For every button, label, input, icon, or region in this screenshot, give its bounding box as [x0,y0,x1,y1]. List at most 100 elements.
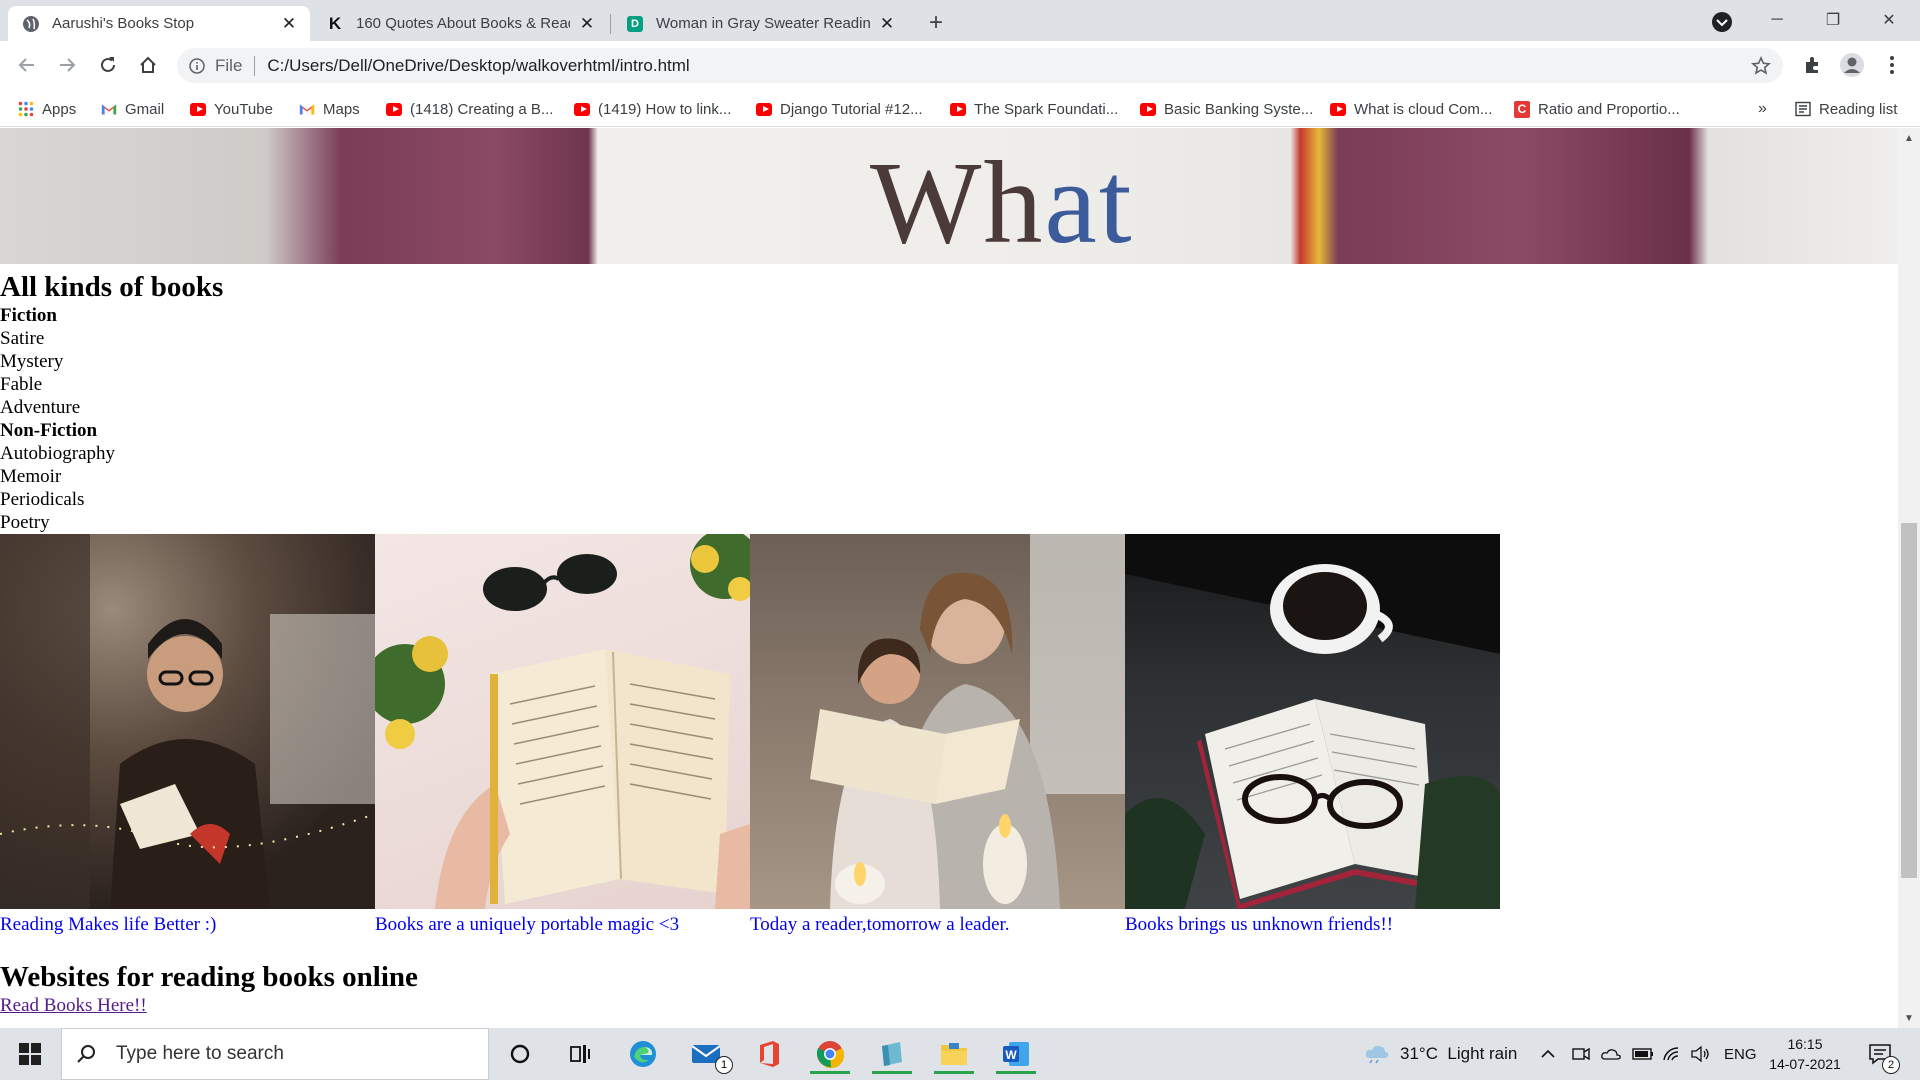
bookmark-ratio-proportion[interactable]: C Ratio and Proportio... [1514,97,1680,121]
tab-quotes-about-books[interactable]: K 160 Quotes About Books & Reading ✕ [312,6,608,41]
scroll-down-icon[interactable]: ▼ [1903,1013,1915,1025]
genre-item: Periodicals [0,489,85,510]
reload-icon[interactable] [92,49,124,81]
c-icon: C [1514,100,1530,118]
open-book-flowers-photo [375,534,750,909]
close-tab-icon[interactable]: ✕ [876,13,898,35]
scroll-thumb[interactable] [1901,523,1917,878]
genre-item: Satire [0,328,45,349]
input-language[interactable]: ENG [1724,1028,1757,1080]
cortana-icon[interactable] [496,1034,544,1074]
weather-text: 31°C Light rain [1400,1044,1518,1063]
home-icon[interactable] [132,49,164,81]
reading-list-label: Reading list [1819,100,1898,118]
tab-woman-in-gray-sweater[interactable]: D Woman in Gray Sweater Reading ✕ [612,6,908,41]
bookmark-label: (1419) How to link... [598,100,732,118]
nonfiction-heading: Non-Fiction [0,420,98,441]
gallery-caption-link[interactable]: Books are a uniquely portable magic <3 [375,914,750,936]
bookmark-label: Maps [323,100,360,118]
bookmarks-overflow-button[interactable]: » [1758,97,1767,121]
taskbar-search-box[interactable]: Type here to search [61,1028,489,1080]
gallery-item: Today a reader,tomorrow a leader. [750,534,1125,936]
task-view-icon[interactable] [556,1034,604,1074]
bookmark-youtube[interactable]: YouTube [190,97,273,121]
bookmark-creating-a-b[interactable]: (1418) Creating a B... [386,97,553,121]
gmail-icon [101,101,117,117]
gallery-caption-link[interactable]: Reading Makes life Better :) [0,914,375,936]
weather-widget[interactable]: 31°C Light rain [1364,1028,1517,1080]
bookmark-star-icon[interactable] [1751,56,1771,76]
close-tab-icon[interactable]: ✕ [278,13,300,35]
man-reading-photo [0,534,375,909]
coffee-book-glasses-photo [1125,534,1500,909]
clock-date: 14-07-2021 [1769,1056,1841,1072]
restore-icon[interactable]: ❐ [1810,0,1856,40]
meet-now-icon[interactable] [1572,1028,1590,1080]
bookmark-label: YouTube [214,100,273,118]
battery-icon[interactable] [1632,1028,1654,1080]
profile-avatar-icon[interactable] [1836,49,1868,81]
chrome-icon[interactable] [806,1034,854,1074]
notes-app-icon[interactable] [868,1034,916,1074]
word-icon[interactable]: W [992,1034,1040,1074]
read-books-link[interactable]: Read Books Here!! [0,994,1898,1018]
tab-search-icon[interactable] [1710,10,1734,34]
tab-separator [610,14,611,34]
forward-icon[interactable] [51,49,83,81]
clock-time: 16:15 [1787,1036,1823,1052]
mother-daughter-reading-photo [750,534,1125,909]
bookmark-apps[interactable]: Apps [18,97,76,121]
svg-text:W: W [1005,1048,1017,1062]
apps-grid-icon [18,101,34,117]
bookmark-maps[interactable]: Maps [299,97,360,121]
tab-title: 160 Quotes About Books & Reading [356,15,570,32]
bookmark-gmail[interactable]: Gmail [101,97,164,121]
bookmark-label: Ratio and Proportio... [1538,100,1680,118]
info-icon[interactable] [189,57,205,74]
address-separator [254,55,256,76]
gallery-item: Books brings us unknown friends!! [1125,534,1500,936]
menu-kebab-icon[interactable] [1876,49,1908,81]
volume-icon[interactable] [1690,1028,1710,1080]
notifications-icon[interactable]: 2 [1868,1028,1900,1080]
show-hidden-icons-chevron-icon[interactable] [1540,1028,1556,1080]
close-tab-icon[interactable]: ✕ [576,13,598,35]
new-tab-button[interactable]: + [922,9,950,37]
bookmark-spark-foundation[interactable]: The Spark Foundati... [950,97,1118,121]
clock[interactable]: 16:15 14-07-2021 [1768,1028,1842,1080]
url-text[interactable]: C:/Users/Dell/OneDrive/Desktop/walkoverh… [267,56,689,76]
office-icon[interactable] [745,1034,793,1074]
youtube-icon [756,101,772,117]
tab-aarushis-books-stop[interactable]: Aarushi's Books Stop ✕ [8,6,310,41]
hero-image: What [0,128,1898,264]
page-viewport: What All kinds of books Fiction Satire M… [0,128,1898,1028]
maps-icon [299,101,315,117]
scroll-up-icon[interactable]: ▲ [1903,133,1915,145]
bookmark-django-tutorial[interactable]: Django Tutorial #12... [756,97,923,121]
word-active-indicator [996,1071,1036,1074]
back-icon[interactable] [11,49,43,81]
gallery-caption-link[interactable]: Today a reader,tomorrow a leader. [750,914,1125,936]
edge-icon[interactable] [619,1034,667,1074]
youtube-icon [1140,101,1156,117]
wifi-icon[interactable] [1662,1028,1682,1080]
mail-badge: 1 [715,1056,733,1074]
bookmark-basic-banking[interactable]: Basic Banking Syste... [1140,97,1313,121]
websites-heading: Websites for reading books online [0,961,418,993]
minimize-icon[interactable]: ─ [1754,0,1800,40]
onedrive-icon[interactable] [1600,1028,1622,1080]
close-window-icon[interactable]: ✕ [1866,0,1912,40]
mail-icon[interactable]: 1 [683,1034,733,1074]
bookmark-cloud-computing[interactable]: What is cloud Com... [1330,97,1492,121]
genre-item: Memoir [0,466,62,487]
file-explorer-icon[interactable] [930,1034,978,1074]
gallery-caption-link[interactable]: Books brings us unknown friends!! [1125,914,1500,936]
address-bar[interactable]: File C:/Users/Dell/OneDrive/Desktop/walk… [177,48,1783,83]
bookmark-how-to-link[interactable]: (1419) How to link... [574,97,731,121]
search-icon [76,1044,96,1064]
windows-start-icon[interactable] [6,1034,54,1074]
bookmark-label: Django Tutorial #12... [780,100,923,118]
reading-list-button[interactable]: Reading list [1795,97,1897,121]
page-scrollbar[interactable]: ▲ ▼ [1898,128,1920,1028]
extensions-icon[interactable] [1796,49,1828,81]
